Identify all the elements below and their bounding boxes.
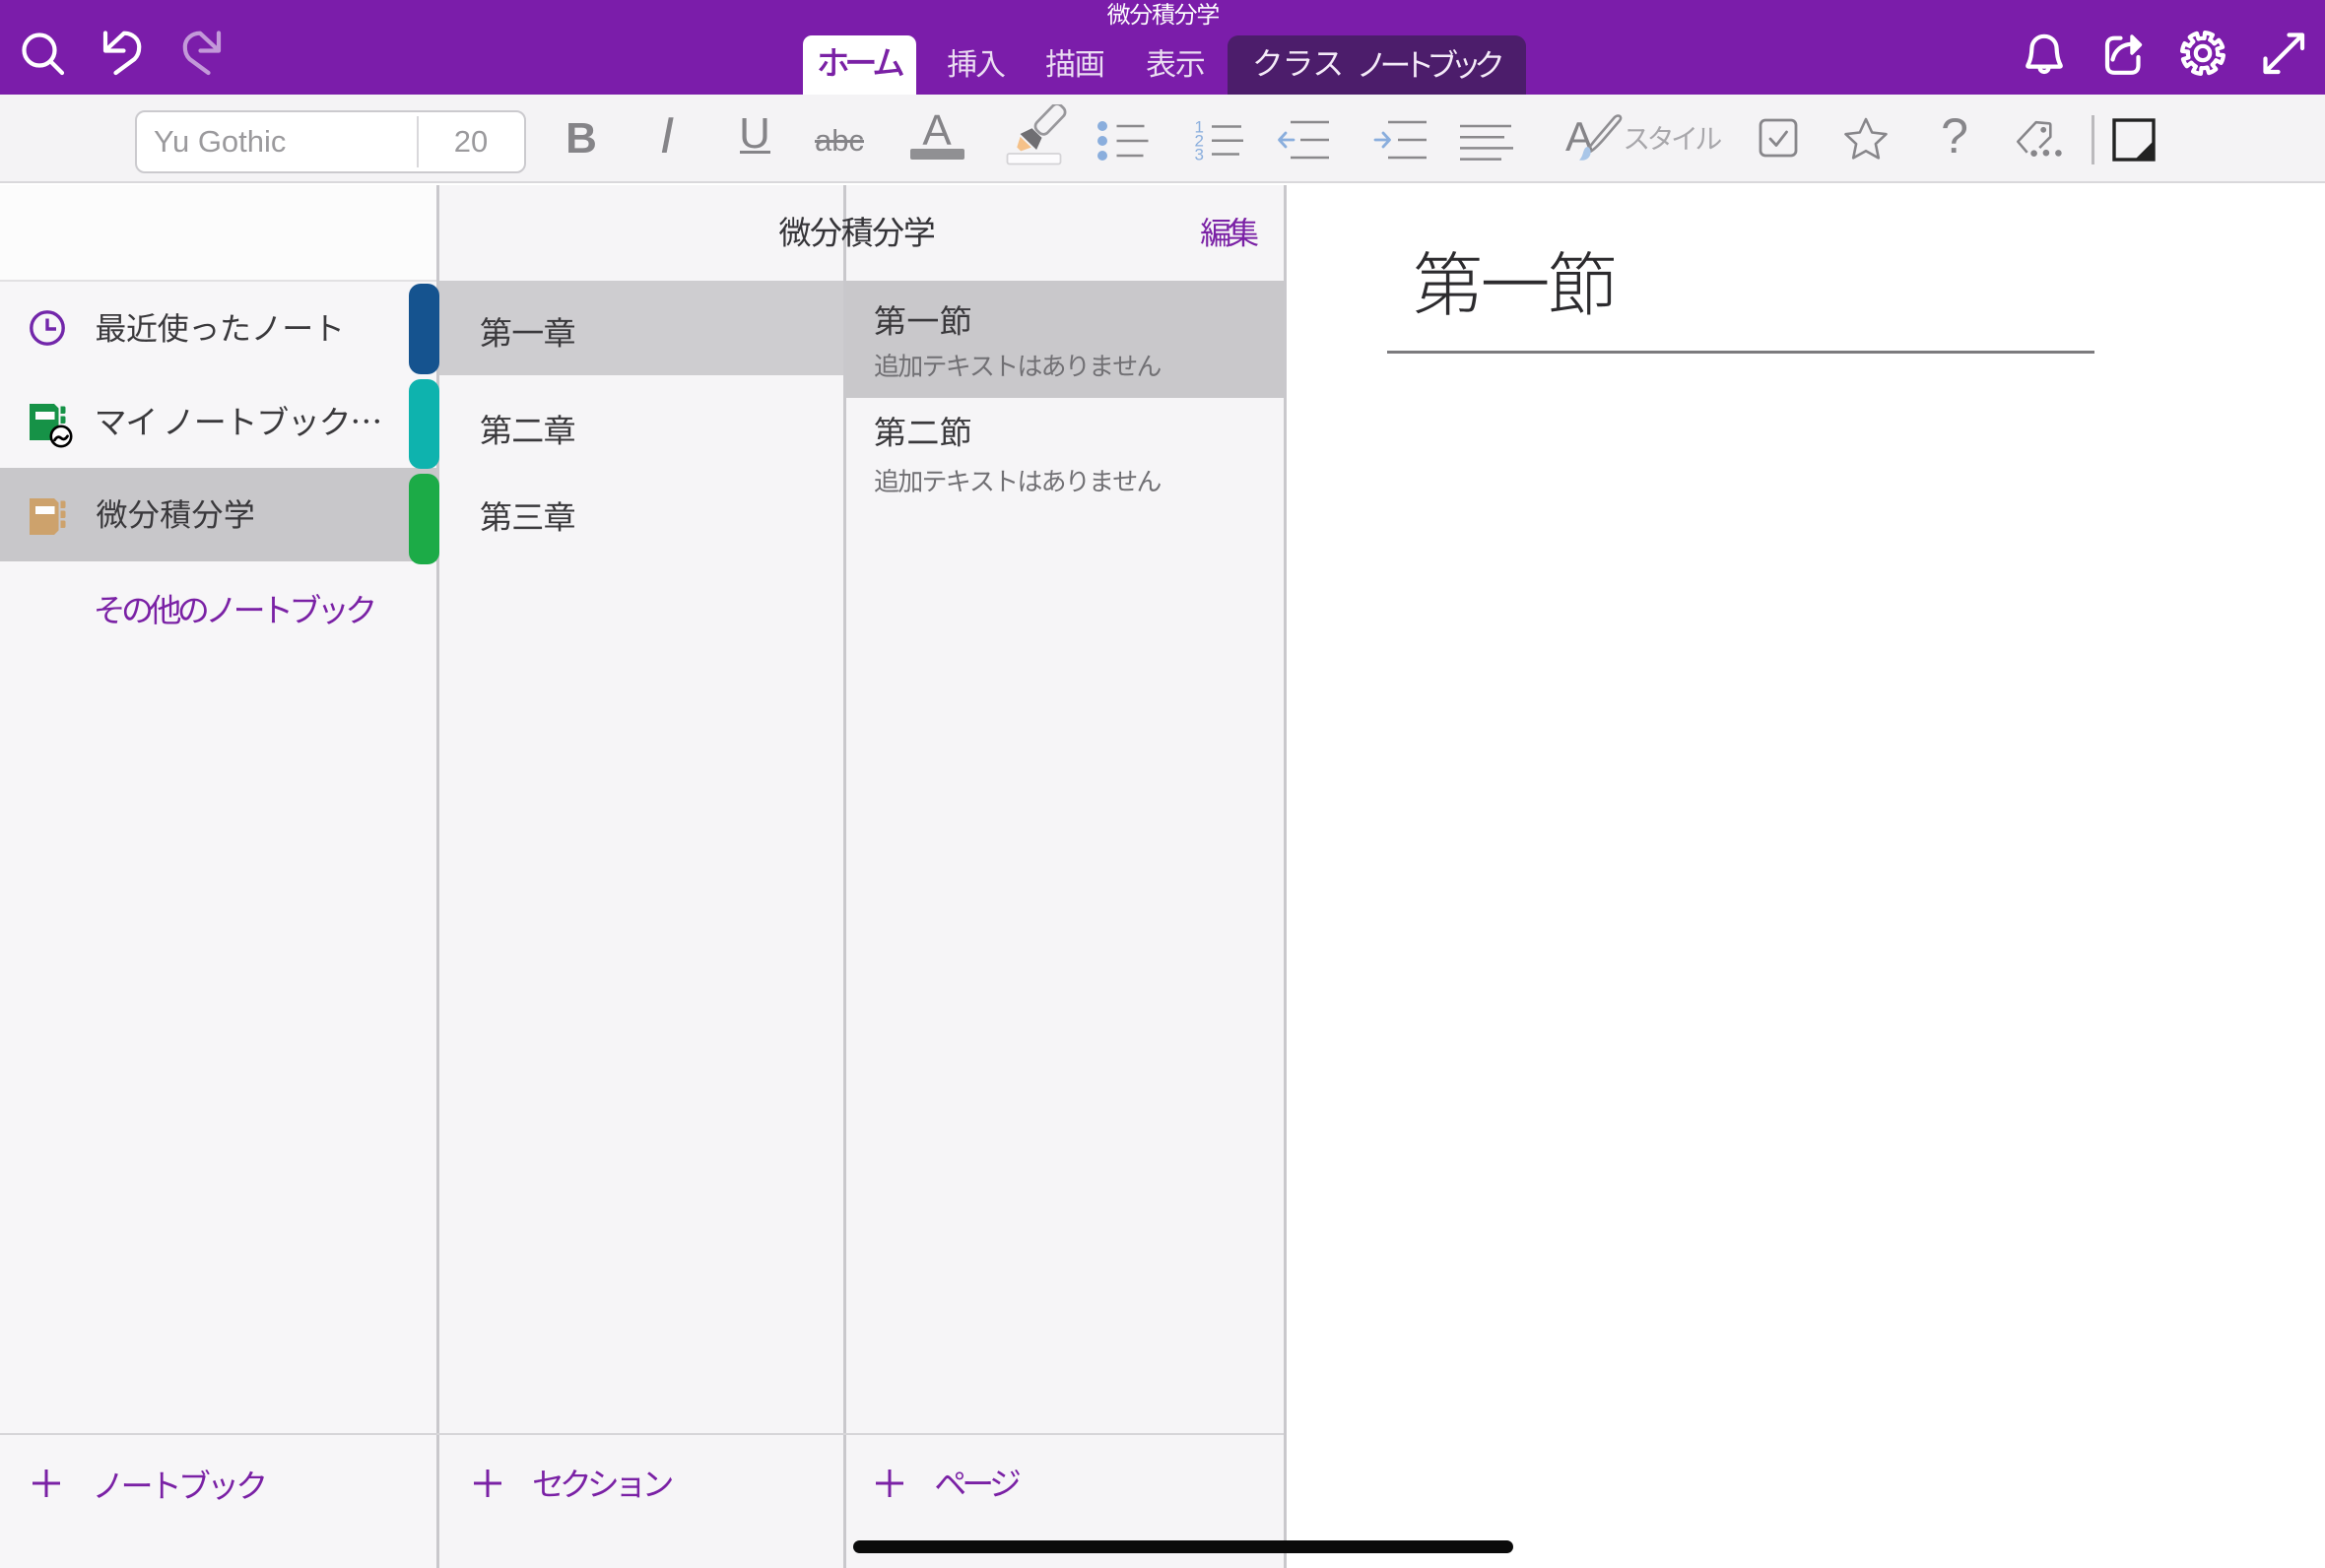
- svg-text:3: 3: [1195, 146, 1204, 164]
